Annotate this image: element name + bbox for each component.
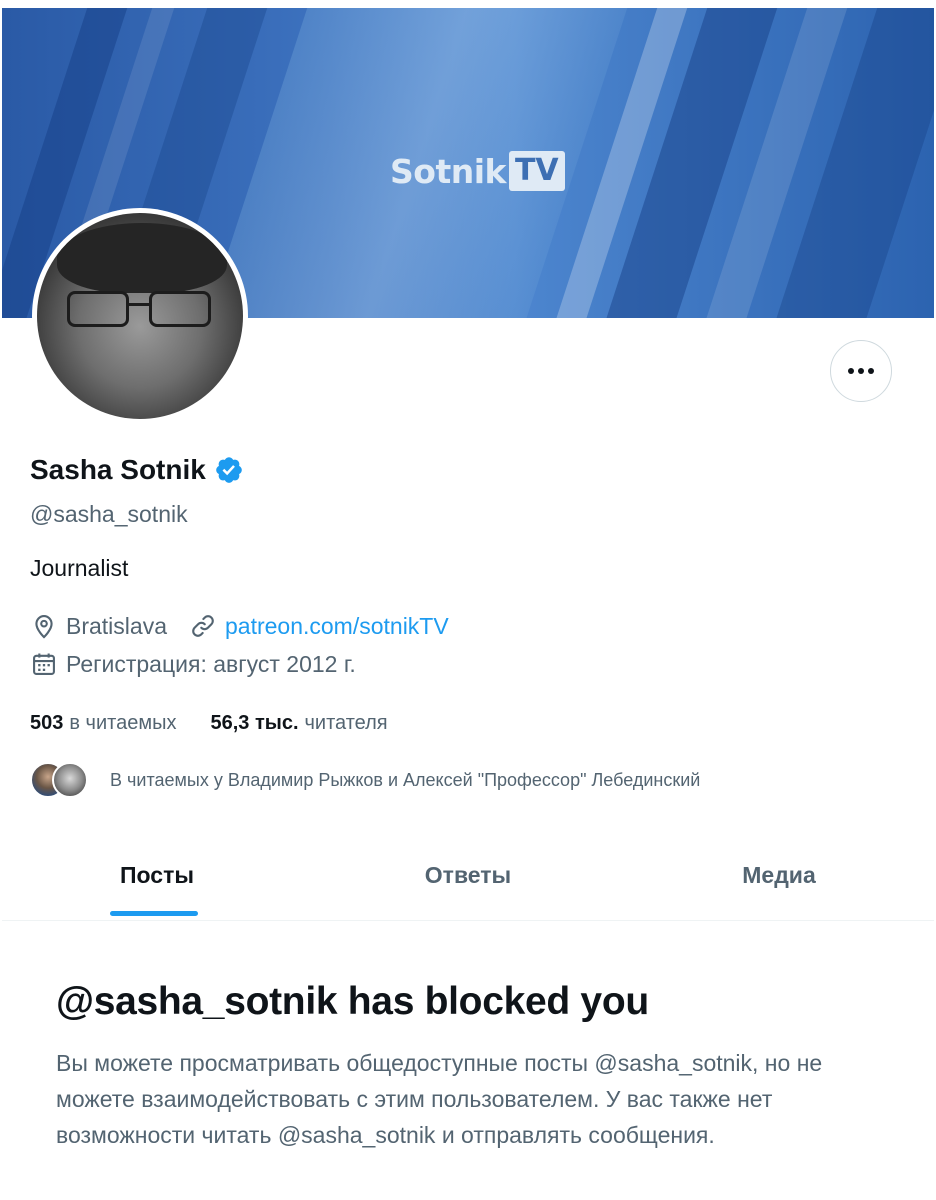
tab-posts[interactable]: Посты bbox=[2, 830, 312, 920]
profile-tabs: Посты Ответы Медиа bbox=[2, 830, 934, 921]
follow-stats: 503 в читаемых 56,3 тыс. читателя bbox=[30, 712, 422, 735]
profile-page: Sotnik TV Sasha Sotnik @sasha_sotnik Jou… bbox=[0, 0, 936, 1200]
joined: Регистрация: август 2012 г. bbox=[30, 650, 356, 678]
tab-media[interactable]: Медиа bbox=[624, 830, 934, 920]
tab-replies[interactable]: Ответы bbox=[312, 830, 624, 920]
display-name: Sasha Sotnik bbox=[30, 454, 206, 485]
location-text: Bratislava bbox=[66, 612, 167, 639]
more-options-icon bbox=[848, 368, 854, 374]
mutual-avatars bbox=[30, 760, 92, 800]
joined-row: Регистрация: август 2012 г. bbox=[30, 650, 378, 678]
banner-logo-tv: TV bbox=[508, 151, 565, 191]
active-tab-indicator bbox=[110, 911, 198, 916]
website-link[interactable]: patreon.com/sotnikTV bbox=[225, 613, 449, 640]
calendar-icon bbox=[33, 653, 55, 675]
profile-handle: @sasha_sotnik bbox=[30, 501, 188, 527]
following-count: 503 bbox=[30, 712, 64, 734]
banner-logo: Sotnik TV bbox=[390, 148, 565, 194]
followers-stat[interactable]: 56,3 тыс. читателя bbox=[210, 712, 387, 735]
profile-bio: Journalist bbox=[30, 555, 129, 581]
following-stat[interactable]: 503 в читаемых bbox=[30, 712, 176, 735]
name-row: Sasha Sotnik bbox=[30, 454, 244, 486]
website[interactable]: patreon.com/sotnikTV bbox=[189, 612, 449, 640]
location-pin-icon bbox=[35, 615, 53, 639]
following-label: в читаемых bbox=[69, 712, 177, 734]
joined-text: Регистрация: август 2012 г. bbox=[66, 650, 356, 677]
more-options-icon-dot bbox=[858, 368, 864, 374]
profile-avatar[interactable] bbox=[32, 208, 248, 424]
profile-meta-row: Bratislava patreon.com/sotnikTV bbox=[30, 612, 471, 640]
link-icon bbox=[192, 615, 214, 637]
followers-you-know[interactable]: В читаемых у Владимир Рыжков и Алексей "… bbox=[30, 760, 700, 800]
verified-badge-icon[interactable] bbox=[214, 455, 244, 485]
followers-label: читателя bbox=[304, 712, 388, 734]
followed-by-text: В читаемых у Владимир Рыжков и Алексей "… bbox=[110, 769, 701, 790]
blocked-description: Вы можете просматривать общедоступные по… bbox=[56, 1050, 823, 1148]
followers-count: 56,3 тыс. bbox=[210, 712, 299, 734]
more-options-icon-dot bbox=[868, 368, 874, 374]
banner-logo-word: Sotnik bbox=[390, 151, 506, 191]
mutual-avatar bbox=[52, 762, 88, 798]
location: Bratislava bbox=[30, 612, 167, 640]
more-options-button[interactable] bbox=[830, 340, 892, 402]
blocked-title: @sasha_sotnik has blocked you bbox=[56, 980, 649, 1023]
